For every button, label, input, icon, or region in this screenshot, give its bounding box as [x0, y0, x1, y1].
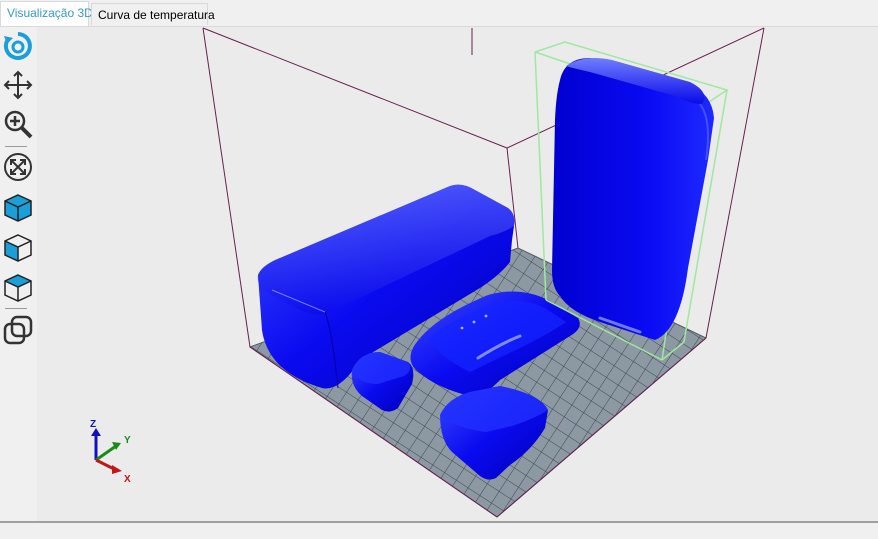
rotate-icon: [3, 32, 32, 60]
toolbar-separator: [5, 146, 27, 147]
zoom-in-icon: [4, 110, 33, 139]
iso-cube-icon: [4, 194, 32, 222]
front-view-button[interactable]: [2, 232, 34, 264]
3d-viewport[interactable]: Z Y X: [37, 27, 878, 521]
iso-view-button[interactable]: [2, 192, 34, 224]
toolbar-separator: [5, 308, 27, 309]
tab-3d-view[interactable]: Visualização 3D: [0, 1, 93, 26]
front-cube-icon: [4, 234, 32, 262]
fit-to-view-icon: [4, 153, 32, 181]
axes-gizmo: Z Y X: [90, 419, 131, 485]
top-cube-icon: [4, 274, 32, 302]
move-view-button[interactable]: [2, 69, 34, 101]
fit-view-button[interactable]: [2, 151, 34, 183]
axis-label-y: Y: [124, 435, 131, 446]
status-bar: [0, 521, 878, 539]
move-arrows-icon: [3, 70, 33, 100]
3d-scene: Z Y X: [90, 27, 765, 518]
view-toolbar: [0, 27, 37, 521]
overlap-squares-icon: [3, 315, 33, 345]
rotate-view-button[interactable]: [2, 30, 34, 62]
axis-label-x: X: [124, 474, 131, 485]
model-tall-slab[interactable]: [552, 58, 714, 340]
axis-label-z: Z: [90, 419, 96, 430]
toggle-objects-button[interactable]: [2, 314, 34, 346]
zoom-view-button[interactable]: [2, 108, 34, 140]
tab-temperature-curve[interactable]: Curva de temperatura: [91, 3, 215, 25]
tab-bar: Visualização 3D Curva de temperatura: [0, 0, 878, 27]
top-view-button[interactable]: [2, 272, 34, 304]
